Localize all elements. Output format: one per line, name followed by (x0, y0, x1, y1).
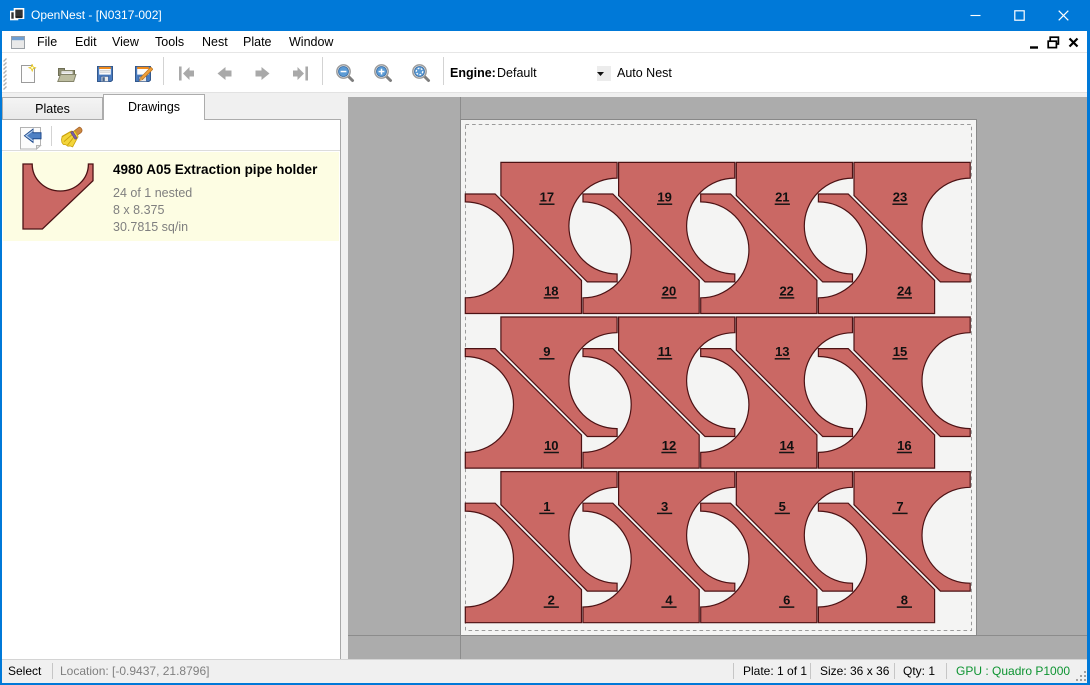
svg-text:5: 5 (779, 499, 786, 514)
svg-text:3: 3 (661, 499, 668, 514)
svg-text:20: 20 (662, 283, 676, 298)
svg-text:22: 22 (779, 283, 793, 298)
svg-text:7: 7 (896, 499, 903, 514)
svg-text:6: 6 (783, 593, 790, 608)
svg-text:14: 14 (779, 438, 794, 453)
svg-text:18: 18 (544, 283, 558, 298)
svg-text:8: 8 (901, 593, 908, 608)
svg-text:23: 23 (893, 190, 907, 205)
svg-text:21: 21 (775, 190, 789, 205)
svg-text:9: 9 (543, 344, 550, 359)
svg-text:4: 4 (665, 593, 673, 608)
svg-text:24: 24 (897, 283, 912, 298)
svg-text:15: 15 (893, 344, 907, 359)
svg-text:13: 13 (775, 344, 789, 359)
svg-text:19: 19 (657, 190, 671, 205)
svg-text:12: 12 (662, 438, 676, 453)
svg-text:10: 10 (544, 438, 558, 453)
svg-text:16: 16 (897, 438, 911, 453)
svg-text:17: 17 (540, 190, 554, 205)
svg-text:1: 1 (543, 499, 550, 514)
svg-text:11: 11 (658, 344, 672, 359)
svg-text:2: 2 (548, 593, 555, 608)
